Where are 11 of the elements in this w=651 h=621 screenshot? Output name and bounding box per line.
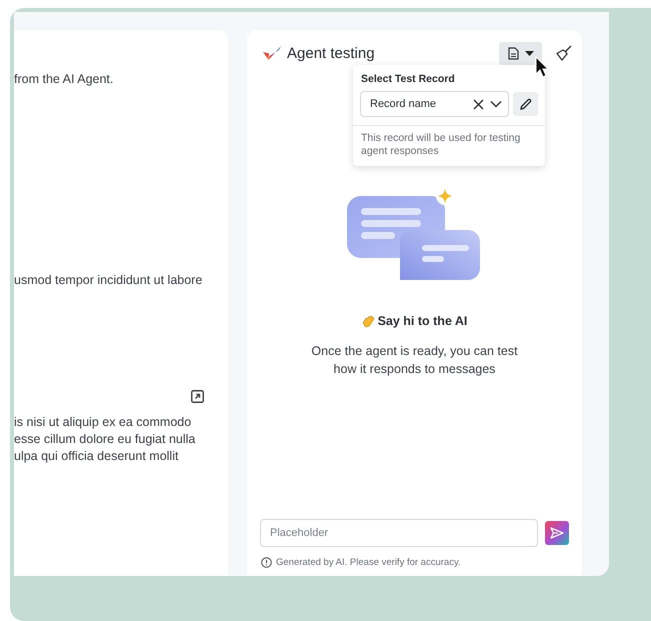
body-text: from the AI Agent. <box>14 71 114 88</box>
helper-text: This record will be used for testing agent responses <box>353 125 545 166</box>
paragraph: is nisi ut aliquip ex ea commodo esse cillum dolore eu fugiat nulla ulpa qui officia deserunt mollit <box>14 414 196 465</box>
disclaimer-text: Generated by AI. Please verify for accuracy. <box>276 557 461 568</box>
description-text: Once the agent is ready, you can test how it responds to messages <box>310 343 519 378</box>
popover-title: Select Test Record <box>360 72 456 87</box>
message-input-field[interactable]: Placeholder <box>260 519 538 547</box>
body-text: usmod tempor incididunt ut labore <box>14 272 204 289</box>
panel-title: Agent testing <box>287 44 376 62</box>
record-select[interactable]: Record name <box>360 91 509 117</box>
greeting-text: Say hi to the AI <box>378 314 468 328</box>
